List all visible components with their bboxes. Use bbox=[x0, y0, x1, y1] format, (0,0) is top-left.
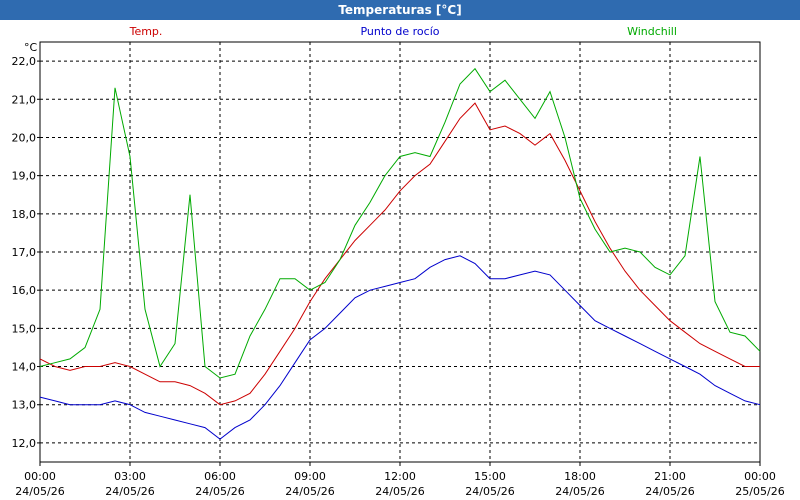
x-tick-time: 21:00 bbox=[654, 470, 686, 483]
y-tick-label: 15,0 bbox=[12, 322, 37, 335]
window-title: Temperaturas [°C] bbox=[0, 0, 800, 20]
x-tick-labels: 00:00 24/05/26 03:00 24/05/26 06:00 24/05/26 0… bbox=[15, 470, 784, 498]
y-tick-label: 21,0 bbox=[12, 93, 37, 106]
x-tick-time: 09:00 bbox=[294, 470, 326, 483]
grid-lines bbox=[37, 42, 761, 466]
y-tick-label: 16,0 bbox=[12, 284, 37, 297]
x-tick-time: 00:00 bbox=[744, 470, 776, 483]
x-tick-date: 25/05/26 bbox=[735, 485, 784, 498]
x-tick-time: 00:00 bbox=[24, 470, 56, 483]
y-tick-label: 12,0 bbox=[12, 437, 37, 450]
y-axis-unit-label: °C bbox=[24, 41, 38, 54]
chart-window: Temperaturas [°C] 12,0 13,0 14,0 15,0 16,0 17… bbox=[0, 0, 800, 500]
x-tick-date: 24/05/26 bbox=[555, 485, 604, 498]
x-tick-date: 24/05/26 bbox=[375, 485, 424, 498]
x-tick-time: 03:00 bbox=[114, 470, 146, 483]
x-tick-date: 24/05/26 bbox=[465, 485, 514, 498]
y-tick-label: 19,0 bbox=[12, 170, 37, 183]
line-chart: 12,0 13,0 14,0 15,0 16,0 17,0 18,0 19,0 20,0 21,0… bbox=[12, 25, 785, 498]
legend-windchill: Windchill bbox=[627, 25, 677, 38]
y-tick-label: 17,0 bbox=[12, 246, 37, 259]
y-tick-label: 22,0 bbox=[12, 55, 37, 68]
y-tick-label: 14,0 bbox=[12, 361, 37, 374]
y-tick-label: 20,0 bbox=[12, 131, 37, 144]
x-tick-time: 06:00 bbox=[204, 470, 236, 483]
x-tick-date: 24/05/26 bbox=[195, 485, 244, 498]
y-tick-label: 13,0 bbox=[12, 399, 37, 412]
x-tick-date: 24/05/26 bbox=[645, 485, 694, 498]
y-tick-labels: 12,0 13,0 14,0 15,0 16,0 17,0 18,0 19,0 20,0 21,0… bbox=[12, 55, 37, 450]
x-tick-time: 12:00 bbox=[384, 470, 416, 483]
x-tick-time: 15:00 bbox=[474, 470, 506, 483]
y-tick-label: 18,0 bbox=[12, 208, 37, 221]
x-tick-time: 18:00 bbox=[564, 470, 596, 483]
x-tick-date: 24/05/26 bbox=[15, 485, 64, 498]
legend-temp: Temp. bbox=[129, 25, 163, 38]
x-tick-date: 24/05/26 bbox=[105, 485, 154, 498]
x-tick-date: 24/05/26 bbox=[285, 485, 334, 498]
legend-punto-de-rocio: Punto de rocío bbox=[360, 25, 439, 38]
